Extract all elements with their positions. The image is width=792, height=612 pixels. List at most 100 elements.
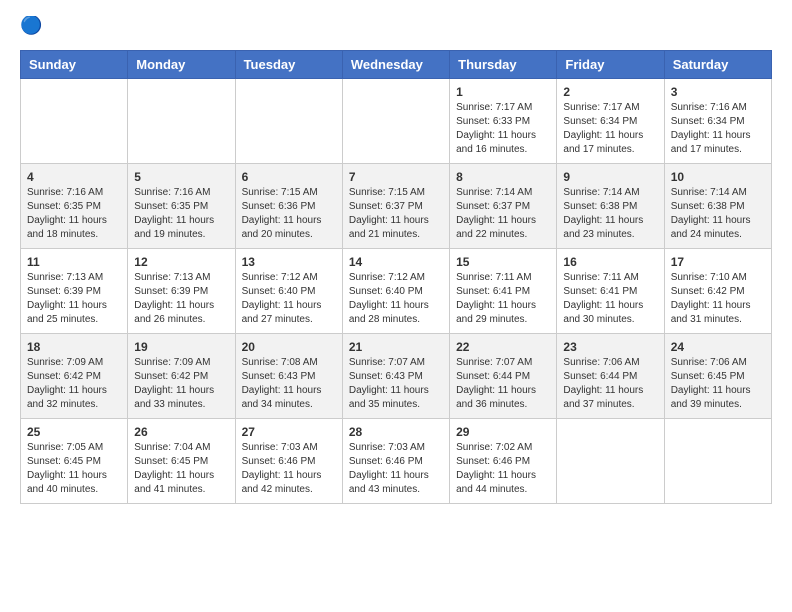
day-number: 26 [134,425,228,439]
day-info: Sunrise: 7:16 AM Sunset: 6:35 PM Dayligh… [134,186,228,242]
calendar-cell: 5 Sunrise: 7:16 AM Sunset: 6:35 PM Daylig… [128,164,235,249]
week-row-3: 11 Sunrise: 7:13 AM Sunset: 6:39 PM Dayli… [21,249,772,334]
day-number: 16 [563,255,657,269]
day-number: 17 [671,255,765,269]
day-info: Sunrise: 7:06 AM Sunset: 6:44 PM Dayligh… [563,356,657,412]
day-info: Sunrise: 7:03 AM Sunset: 6:46 PM Dayligh… [349,441,443,497]
day-number: 7 [349,170,443,184]
day-number: 3 [671,85,765,99]
day-number: 25 [27,425,121,439]
weekday-header-monday: Monday [128,51,235,79]
calendar-cell [21,79,128,164]
day-number: 5 [134,170,228,184]
weekday-header-thursday: Thursday [450,51,557,79]
page: 🔵 SundayMondayTuesdayWednesdayThursdayFr… [0,0,792,524]
day-number: 22 [456,340,550,354]
calendar-cell [128,79,235,164]
weekday-header-sunday: Sunday [21,51,128,79]
calendar-cell: 19Sunrise: 7:09 AM Sunset: 6:42 PM Dayli… [128,334,235,419]
calendar-cell: 14Sunrise: 7:12 AM Sunset: 6:40 PM Dayli… [342,249,449,334]
calendar-cell: 22Sunrise: 7:07 AM Sunset: 6:44 PM Dayli… [450,334,557,419]
calendar-cell: 21 Sunrise: 7:07 AM Sunset: 6:43 PM Dayli… [342,334,449,419]
day-number: 15 [456,255,550,269]
weekday-header-saturday: Saturday [664,51,771,79]
calendar-cell: 25 Sunrise: 7:05 AM Sunset: 6:45 PM Dayli… [21,419,128,504]
day-number: 29 [456,425,550,439]
calendar-cell: 12 Sunrise: 7:13 AM Sunset: 6:39 PM Dayli… [128,249,235,334]
calendar-cell: 18 Sunrise: 7:09 AM Sunset: 6:42 PM Dayli… [21,334,128,419]
day-number: 2 [563,85,657,99]
calendar-cell [235,79,342,164]
calendar-cell: 3 Sunrise: 7:16 AM Sunset: 6:34 PM Daylig… [664,79,771,164]
calendar-cell: 6 Sunrise: 7:15 AM Sunset: 6:36 PM Daylig… [235,164,342,249]
day-info: Sunrise: 7:09 AM Sunset: 6:42 PM Dayligh… [27,356,121,412]
week-row-2: 4 Sunrise: 7:16 AM Sunset: 6:35 PM Daylig… [21,164,772,249]
logo: 🔵 [20,16,48,40]
day-info: Sunrise: 7:13 AM Sunset: 6:39 PM Dayligh… [134,271,228,327]
calendar-cell: 11Sunrise: 7:13 AM Sunset: 6:39 PM Dayli… [21,249,128,334]
day-number: 8 [456,170,550,184]
day-info: Sunrise: 7:03 AM Sunset: 6:46 PM Dayligh… [242,441,336,497]
day-info: Sunrise: 7:07 AM Sunset: 6:43 PM Dayligh… [349,356,443,412]
day-number: 1 [456,85,550,99]
day-number: 18 [27,340,121,354]
day-info: Sunrise: 7:08 AM Sunset: 6:43 PM Dayligh… [242,356,336,412]
week-row-4: 18 Sunrise: 7:09 AM Sunset: 6:42 PM Dayli… [21,334,772,419]
day-number: 9 [563,170,657,184]
day-info: Sunrise: 7:16 AM Sunset: 6:34 PM Dayligh… [671,101,765,157]
header: 🔵 [20,16,772,40]
calendar-cell: 27Sunrise: 7:03 AM Sunset: 6:46 PM Dayli… [235,419,342,504]
day-info: Sunrise: 7:10 AM Sunset: 6:42 PM Dayligh… [671,271,765,327]
day-number: 12 [134,255,228,269]
day-info: Sunrise: 7:16 AM Sunset: 6:35 PM Dayligh… [27,186,121,242]
weekday-header-tuesday: Tuesday [235,51,342,79]
weekday-header-friday: Friday [557,51,664,79]
svg-text:🔵: 🔵 [20,16,42,35]
day-info: Sunrise: 7:14 AM Sunset: 6:38 PM Dayligh… [563,186,657,242]
day-info: Sunrise: 7:04 AM Sunset: 6:45 PM Dayligh… [134,441,228,497]
calendar-cell: 13Sunrise: 7:12 AM Sunset: 6:40 PM Dayli… [235,249,342,334]
calendar-cell [342,79,449,164]
day-number: 19 [134,340,228,354]
day-number: 4 [27,170,121,184]
day-info: Sunrise: 7:15 AM Sunset: 6:36 PM Dayligh… [242,186,336,242]
day-number: 21 [349,340,443,354]
calendar-cell: 24 Sunrise: 7:06 AM Sunset: 6:45 PM Dayli… [664,334,771,419]
calendar: SundayMondayTuesdayWednesdayThursdayFrid… [20,50,772,504]
day-info: Sunrise: 7:14 AM Sunset: 6:37 PM Dayligh… [456,186,550,242]
day-number: 23 [563,340,657,354]
day-info: Sunrise: 7:06 AM Sunset: 6:45 PM Dayligh… [671,356,765,412]
calendar-cell: 17 Sunrise: 7:10 AM Sunset: 6:42 PM Dayli… [664,249,771,334]
day-number: 10 [671,170,765,184]
day-info: Sunrise: 7:11 AM Sunset: 6:41 PM Dayligh… [563,271,657,327]
calendar-cell: 8 Sunrise: 7:14 AM Sunset: 6:37 PM Daylig… [450,164,557,249]
weekday-header-wednesday: Wednesday [342,51,449,79]
calendar-cell [664,419,771,504]
logo-icon: 🔵 [20,16,44,40]
calendar-cell: 9 Sunrise: 7:14 AM Sunset: 6:38 PM Daylig… [557,164,664,249]
calendar-cell: 28 Sunrise: 7:03 AM Sunset: 6:46 PM Dayli… [342,419,449,504]
day-number: 13 [242,255,336,269]
day-number: 28 [349,425,443,439]
day-number: 20 [242,340,336,354]
calendar-cell: 1Sunrise: 7:17 AM Sunset: 6:33 PM Daylig… [450,79,557,164]
calendar-cell: 15 Sunrise: 7:11 AM Sunset: 6:41 PM Dayli… [450,249,557,334]
day-number: 24 [671,340,765,354]
calendar-cell: 16 Sunrise: 7:11 AM Sunset: 6:41 PM Dayli… [557,249,664,334]
day-info: Sunrise: 7:14 AM Sunset: 6:38 PM Dayligh… [671,186,765,242]
day-info: Sunrise: 7:11 AM Sunset: 6:41 PM Dayligh… [456,271,550,327]
day-info: Sunrise: 7:05 AM Sunset: 6:45 PM Dayligh… [27,441,121,497]
calendar-cell: 7 Sunrise: 7:15 AM Sunset: 6:37 PM Daylig… [342,164,449,249]
day-info: Sunrise: 7:02 AM Sunset: 6:46 PM Dayligh… [456,441,550,497]
day-info: Sunrise: 7:17 AM Sunset: 6:34 PM Dayligh… [563,101,657,157]
week-row-1: 1Sunrise: 7:17 AM Sunset: 6:33 PM Daylig… [21,79,772,164]
calendar-cell: 10 Sunrise: 7:14 AM Sunset: 6:38 PM Dayli… [664,164,771,249]
day-info: Sunrise: 7:15 AM Sunset: 6:37 PM Dayligh… [349,186,443,242]
calendar-cell: 26 Sunrise: 7:04 AM Sunset: 6:45 PM Dayli… [128,419,235,504]
weekday-header-row: SundayMondayTuesdayWednesdayThursdayFrid… [21,51,772,79]
calendar-cell: 23 Sunrise: 7:06 AM Sunset: 6:44 PM Dayli… [557,334,664,419]
day-number: 11 [27,255,121,269]
day-info: Sunrise: 7:12 AM Sunset: 6:40 PM Dayligh… [349,271,443,327]
day-number: 6 [242,170,336,184]
calendar-cell: 29 Sunrise: 7:02 AM Sunset: 6:46 PM Dayli… [450,419,557,504]
